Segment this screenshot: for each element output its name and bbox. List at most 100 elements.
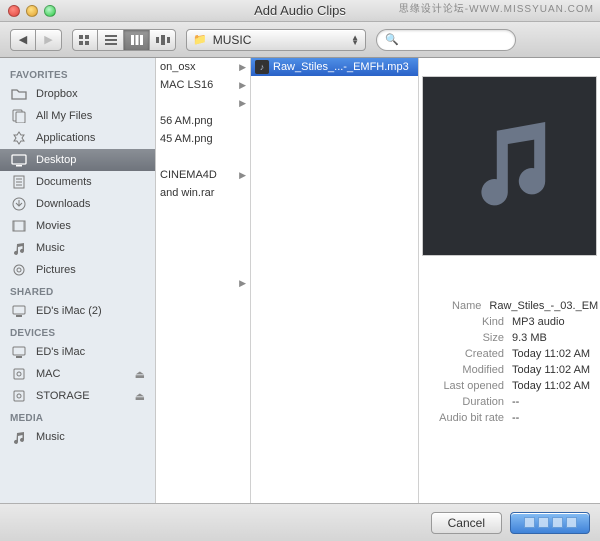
eject-icon[interactable]: ⏏ [135, 390, 145, 403]
forward-button[interactable]: ▶ [36, 29, 62, 51]
item-label: on_osx [160, 61, 195, 73]
chevron-right-icon: ▶ [239, 278, 246, 289]
column-item [156, 202, 250, 220]
nav-segment: ◀ ▶ [10, 29, 62, 51]
folder-icon [10, 86, 28, 102]
sidebar-item-storage[interactable]: STORAGE ⏏ [0, 385, 155, 407]
sidebar-header: FAVORITES [0, 64, 155, 83]
sidebar-item-downloads[interactable]: Downloads [0, 193, 155, 215]
dialog-footer: Cancel [0, 503, 600, 541]
sidebar-item-ed-s-imac[interactable]: ED's iMac [0, 341, 155, 363]
meta-value: -- [512, 412, 519, 424]
search-icon: 🔍 [385, 33, 399, 46]
meta-row: Audio bit rate -- [419, 410, 598, 426]
meta-key: Modified [419, 364, 504, 376]
meta-value: -- [512, 396, 519, 408]
chevron-right-icon: ▶ [239, 62, 246, 73]
sidebar-item-label: Movies [36, 220, 71, 232]
meta-row: Modified Today 11:02 AM [419, 362, 598, 378]
column-item: ▶ [156, 274, 250, 292]
meta-value: Today 11:02 AM [512, 364, 590, 376]
preview-thumbnail [422, 76, 597, 256]
sidebar-item-label: Applications [36, 132, 95, 144]
sidebar-item-applications[interactable]: Applications [0, 127, 155, 149]
meta-key: Created [419, 348, 504, 360]
sidebar-item-label: Music [36, 242, 65, 254]
meta-key: Duration [419, 396, 504, 408]
sidebar-item-music[interactable]: Music [0, 237, 155, 259]
chevron-up-down-icon: ▲▼ [351, 35, 359, 45]
chevron-right-icon: ▶ [239, 80, 246, 91]
music-icon [10, 240, 28, 256]
meta-row: Last openedToday 11:02 AM [419, 378, 598, 394]
sidebar-item-label: ED's iMac (2) [36, 305, 102, 317]
sidebar-item-pictures[interactable]: Pictures [0, 259, 155, 281]
window-titlebar: Add Audio Clips 思缘设计论坛-WWW.MISSYUAN.COM [0, 0, 600, 22]
meta-value: Raw_Stiles_-_03._EMFH.mp3 [489, 300, 598, 312]
sidebar-item-label: STORAGE [36, 390, 90, 402]
view-list-button[interactable] [98, 29, 124, 51]
file-metadata: Name Raw_Stiles_-_03._EMFH.mp3 Kind MP3 aud… [419, 298, 600, 426]
column-item: ▶ [156, 94, 250, 112]
view-coverflow-button[interactable] [150, 29, 176, 51]
column-item[interactable]: MAC LS16▶ [156, 76, 250, 94]
watermark-overlay [511, 513, 589, 533]
column-item[interactable]: ♪Raw_Stiles_...-_EMFH.mp3 [251, 58, 418, 76]
docs-icon [10, 174, 28, 190]
sidebar-item-desktop[interactable]: Desktop [0, 149, 155, 171]
sidebar-item-label: ED's iMac [36, 346, 85, 358]
chevron-right-icon: ▶ [239, 98, 246, 109]
sidebar-item-all-my-files[interactable]: All My Files [0, 105, 155, 127]
meta-key: Audio bit rate [419, 412, 504, 424]
sidebar-item-music[interactable]: Music [0, 426, 155, 448]
sidebar-item-documents[interactable]: Documents [0, 171, 155, 193]
meta-value: Today 11:02 AM [512, 380, 590, 392]
view-icon-button[interactable] [72, 29, 98, 51]
sidebar-item-label: Documents [36, 176, 92, 188]
meta-value: 9.3 MB [512, 332, 547, 344]
sidebar-item-ed-s-imac-2-[interactable]: ED's iMac (2) [0, 300, 155, 322]
column-item[interactable]: 56 AM.png [156, 112, 250, 130]
view-segment [72, 29, 176, 51]
cancel-button[interactable]: Cancel [431, 512, 502, 534]
sidebar: FAVORITES Dropbox All My Files Applications… [0, 58, 156, 503]
sidebar-header: SHARED [0, 281, 155, 300]
movies-icon [10, 218, 28, 234]
item-label: CINEMA4D [160, 169, 217, 181]
sidebar-header: MEDIA [0, 407, 155, 426]
sidebar-header: DEVICES [0, 322, 155, 341]
sidebar-item-label: MAC [36, 368, 60, 380]
view-column-button[interactable] [124, 29, 150, 51]
column-item[interactable]: and win.rar [156, 184, 250, 202]
meta-key: Kind [419, 316, 504, 328]
sidebar-item-mac[interactable]: MAC ⏏ [0, 363, 155, 385]
watermark-text: 思缘设计论坛-WWW.MISSYUAN.COM [399, 0, 594, 15]
eject-icon[interactable]: ⏏ [135, 368, 145, 381]
meta-row: CreatedToday 11:02 AM [419, 346, 598, 362]
allfiles-icon [10, 108, 28, 124]
meta-row: Kind MP3 audio [419, 314, 598, 330]
sidebar-item-dropbox[interactable]: Dropbox [0, 83, 155, 105]
column-item[interactable]: 45 AM.png [156, 130, 250, 148]
search-input[interactable] [403, 34, 507, 46]
open-button[interactable] [510, 512, 590, 534]
column-2: ♪Raw_Stiles_...-_EMFH.mp3 [251, 58, 419, 503]
column-item[interactable]: CINEMA4D▶ [156, 166, 250, 184]
computer-icon [10, 344, 28, 360]
search-field[interactable]: 🔍 [376, 29, 516, 51]
sidebar-item-label: All My Files [36, 110, 92, 122]
meta-key: Size [419, 332, 504, 344]
item-label: 56 AM.png [160, 115, 213, 127]
path-popup[interactable]: 📁 MUSIC ▲▼ [186, 29, 366, 51]
meta-key: Name [419, 300, 481, 312]
sidebar-item-movies[interactable]: Movies [0, 215, 155, 237]
path-label: MUSIC [213, 33, 345, 47]
sidebar-item-label: Dropbox [36, 88, 78, 100]
meta-value: MP3 audio [512, 316, 565, 328]
computer-icon [10, 303, 28, 319]
back-button[interactable]: ◀ [10, 29, 36, 51]
apps-icon [10, 130, 28, 146]
column-1: on_osx▶MAC LS16▶▶56 AM.png45 AM.pngCINEM… [156, 58, 251, 503]
column-item [156, 256, 250, 274]
column-item[interactable]: on_osx ▶ [156, 58, 250, 76]
